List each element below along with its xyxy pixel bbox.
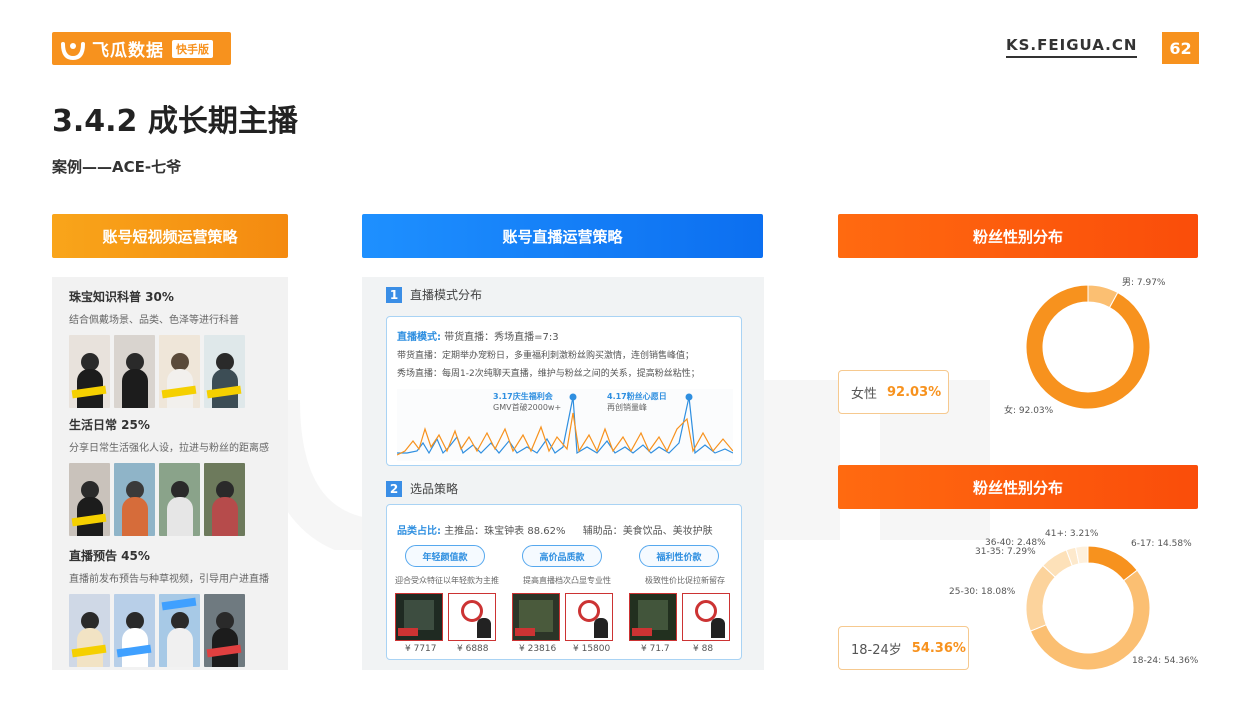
gender-highlight-card: 女性 92.03% <box>838 370 949 414</box>
video-thumbnail[interactable] <box>204 594 245 667</box>
section-title: 珠宝知识科普 30% <box>69 290 174 304</box>
pie-label-male: 男: 7.97% <box>1122 278 1166 288</box>
stat-label: 女性 <box>851 386 878 402</box>
video-thumbnail[interactable] <box>114 463 155 536</box>
strategy-section-preview: 直播预告 45% 直播前发布预告与种草视频，引导用户进直播 <box>69 547 269 667</box>
live-show-line: 秀场直播：每周1-2次纯聊天直播，维护与粉丝之间的关系，提高粉丝粘性； <box>397 369 700 379</box>
section-title: 直播预告 45% <box>69 549 150 563</box>
live-trend-chart: 3.17庆生福利会 GMV首破2000w+ 4.17粉丝心愿日 再创销量峰 <box>397 389 733 461</box>
video-thumbnails <box>69 594 269 667</box>
short-video-strategy-header: 账号短视频运营策略 <box>52 214 288 258</box>
selection-box: 品类占比: 主推品：珠宝钟表 88.62% 辅助品：美食饮品、美妆护肤 年轻颜值… <box>386 504 742 660</box>
tag-premium-style[interactable]: 高价品质款 <box>522 545 602 567</box>
peak-annotation-1-title: 3.17庆生福利会 <box>493 391 553 401</box>
live-mode-line: 直播模式: 带货直播：秀场直播=7:3 <box>397 332 559 343</box>
gender-donut-chart <box>1025 284 1151 410</box>
tag-desc: 提高直播档次凸显专业性 <box>523 576 611 585</box>
age-highlight-card: 18-24岁 54.36% <box>838 626 969 670</box>
gender-distribution-header: 粉丝性别分布 <box>838 214 1198 258</box>
live-mode-section-title: 1 直播模式分布 <box>386 286 482 303</box>
video-thumbnail[interactable] <box>69 335 110 408</box>
peak-annotation-2-title: 4.17粉丝心愿日 <box>607 391 667 401</box>
strategy-section-daily: 生活日常 25% 分享日常生活强化人设，拉进与粉丝的距离感 <box>69 416 269 536</box>
product-image[interactable] <box>682 593 730 641</box>
tag-value-style[interactable]: 福利性价款 <box>639 545 719 567</box>
product-price: ¥ 7717 <box>405 644 437 654</box>
product-price: ¥ 71.7 <box>641 644 670 654</box>
section-title: 选品策略 <box>410 482 459 496</box>
video-thumbnail[interactable] <box>204 463 245 536</box>
live-strategy-header: 账号直播运营策略 <box>362 214 763 258</box>
section-title: 生活日常 25% <box>69 418 150 432</box>
live-sales-line: 带货直播：定期举办宠粉日，多重福利刺激粉丝购买激情，连创销售峰值； <box>397 351 695 361</box>
age-distribution-header: 粉丝性别分布 <box>838 465 1198 509</box>
video-thumbnail[interactable] <box>159 463 200 536</box>
tag-desc: 极致性价比促拉新留存 <box>645 576 725 585</box>
section-title: 直播模式分布 <box>410 288 483 302</box>
logo-badge: 快手版 <box>172 39 213 58</box>
pie-slice-25-30 <box>1025 564 1056 632</box>
brand-logo: 飞瓜数据 快手版 <box>52 32 231 65</box>
product-image[interactable] <box>448 593 496 641</box>
peak-marker-1 <box>569 393 577 401</box>
pie-slice-女 <box>1025 284 1151 410</box>
video-thumbnail[interactable] <box>69 594 110 667</box>
video-thumbnails <box>69 335 245 408</box>
slide: 飞瓜数据 快手版 KS.FEIGUA.CN 62 3.4.2 成长期主播 案例—… <box>0 0 1250 703</box>
peak-marker-2 <box>685 393 693 401</box>
selection-section-title: 2 选品策略 <box>386 480 458 497</box>
video-thumbnail[interactable] <box>114 594 155 667</box>
pie-label-18-24: 18-24: 54.36% <box>1132 656 1199 666</box>
product-image[interactable] <box>395 593 443 641</box>
tag-young-style[interactable]: 年轻颜值款 <box>405 545 485 567</box>
tag-desc: 迎合受众特征以年轻款为主推 <box>395 576 499 585</box>
section-desc: 直播前发布预告与种草视频，引导用户进直播 <box>69 574 269 585</box>
peak-annotation-1-sub: GMV首破2000w+ <box>493 402 561 412</box>
product-image[interactable] <box>565 593 613 641</box>
video-thumbnails <box>69 463 269 536</box>
stat-value: 54.36% <box>911 640 966 656</box>
section-desc: 结合佩戴场景、品类、色泽等进行科普 <box>69 315 239 326</box>
section-desc: 分享日常生活强化人设，拉进与粉丝的距离感 <box>69 443 269 454</box>
product-image[interactable] <box>512 593 560 641</box>
short-video-strategy-panel: 珠宝知识科普 30% 结合佩戴场景、品类、色泽等进行科普 生活日常 25% 分享… <box>52 277 288 670</box>
product-image[interactable] <box>629 593 677 641</box>
video-thumbnail[interactable] <box>159 335 200 408</box>
logo-icon <box>61 41 85 60</box>
pie-label-25-30: 25-30: 18.08% <box>949 587 1016 597</box>
pie-label-female: 女: 92.03% <box>1004 406 1054 416</box>
stat-value: 92.03% <box>887 384 942 400</box>
live-mode-box: 直播模式: 带货直播：秀场直播=7:3 带货直播：定期举办宠粉日，多重福利刺激粉… <box>386 316 742 466</box>
video-thumbnail[interactable] <box>114 335 155 408</box>
pie-label-6-17: 6-17: 14.58% <box>1131 539 1192 549</box>
section-number: 2 <box>386 480 402 497</box>
product-price: ¥ 15800 <box>573 644 611 654</box>
page-subtitle: 案例——ACE-七爷 <box>52 158 182 176</box>
pie-label-41plus: 41+: 3.21% <box>1045 529 1099 539</box>
strategy-section-knowledge: 珠宝知识科普 30% 结合佩戴场景、品类、色泽等进行科普 <box>69 288 245 408</box>
page-number: 62 <box>1162 32 1199 64</box>
site-link[interactable]: KS.FEIGUA.CN <box>1006 36 1138 58</box>
category-share-line: 品类占比: 主推品：珠宝钟表 88.62% 辅助品：美食饮品、美妆护肤 <box>397 526 713 537</box>
product-price: ¥ 6888 <box>457 644 489 654</box>
video-thumbnail[interactable] <box>204 335 245 408</box>
live-strategy-panel: 1 直播模式分布 直播模式: 带货直播：秀场直播=7:3 带货直播：定期举办宠粉… <box>362 277 764 670</box>
product-price: ¥ 23816 <box>519 644 557 654</box>
pie-label-31-35: 31-35: 7.29% <box>975 547 1036 557</box>
section-number: 1 <box>386 286 402 303</box>
logo-text: 飞瓜数据 <box>92 41 164 61</box>
page-title: 3.4.2 成长期主播 <box>52 104 298 139</box>
video-thumbnail[interactable] <box>159 594 200 667</box>
peak-annotation-2-sub: 再创销量峰 <box>607 402 647 412</box>
stat-label: 18-24岁 <box>851 642 902 658</box>
video-thumbnail[interactable] <box>69 463 110 536</box>
product-price: ¥ 88 <box>693 644 714 654</box>
